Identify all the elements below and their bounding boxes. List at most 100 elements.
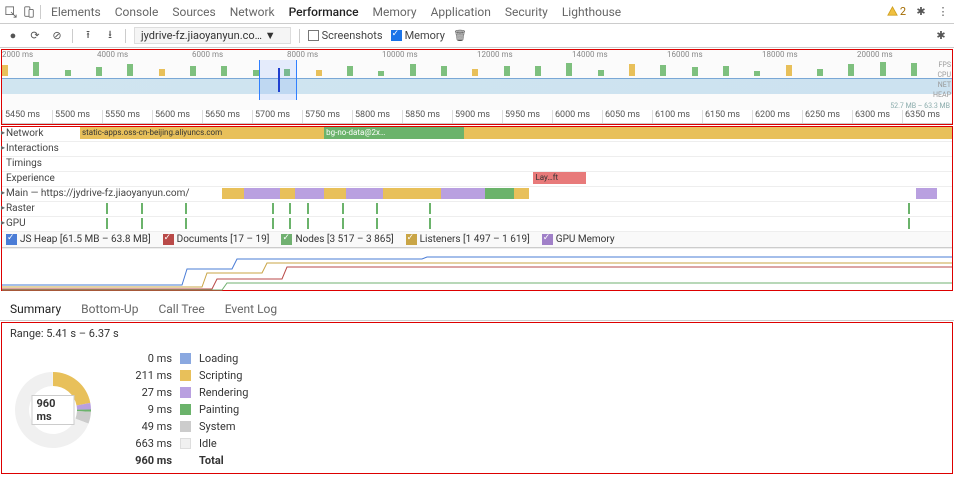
checkbox-icon [308, 30, 319, 41]
layout-shift-badge[interactable]: Lay…ft [533, 172, 585, 184]
legend-item[interactable]: GPU Memory [542, 234, 615, 245]
tab-application[interactable]: Application [431, 5, 491, 19]
reload-icon[interactable]: ⟳ [28, 29, 42, 43]
overview-side-labels: FPS CPU NET HEAP [933, 60, 951, 100]
timeline-overview[interactable]: 2000 ms4000 ms6000 ms8000 ms10000 ms1200… [2, 50, 952, 110]
swatch-icon [180, 387, 191, 398]
tab-memory[interactable]: Memory [373, 5, 417, 19]
net-bar-2[interactable]: bg-no-data@2x… [324, 127, 464, 139]
clear-icon[interactable]: ⊘ [50, 29, 64, 43]
track-label-network[interactable]: ▸Network [2, 127, 80, 141]
tab-network[interactable]: Network [230, 5, 275, 19]
perf-settings-icon[interactable]: ✱ [934, 29, 948, 43]
trash-icon[interactable]: 🗑 [453, 29, 467, 43]
checkbox-icon [406, 234, 417, 245]
checkbox-icon [281, 234, 292, 245]
heap-label: HEAP [933, 90, 951, 100]
perf-toolbar: ● ⟳ ⊘ ⭱ ⭳ jydrive-fz.jiaoyanyun.co… ▼ Sc… [0, 24, 954, 48]
load-icon[interactable]: ⭱ [81, 29, 95, 43]
warnings-badge[interactable]: 2 [887, 5, 906, 18]
swatch-icon [180, 421, 191, 432]
track-raster[interactable]: ▸Raster [2, 202, 952, 217]
overview-heap [2, 78, 952, 94]
checkbox-icon [391, 30, 402, 41]
category-row: 0 msLoading [126, 350, 248, 367]
track-experience[interactable]: Experience Lay…ft [2, 172, 952, 187]
overview-marker [278, 68, 280, 92]
overview-cpu [2, 60, 952, 76]
memory-lines [2, 249, 952, 291]
track-label-raster[interactable]: ▸Raster [2, 202, 80, 216]
legend-item[interactable]: Documents [17 – 19] [163, 234, 270, 245]
track-gpu[interactable]: ▸GPU [2, 217, 952, 232]
summary-body: 960 ms 0 msLoading211 msScripting27 msRe… [10, 350, 944, 469]
screenshots-checkbox[interactable]: Screenshots [308, 29, 383, 42]
track-label-interactions[interactable]: ▸Interactions [2, 142, 80, 156]
category-table: 0 msLoading211 msScripting27 msRendering… [126, 350, 248, 469]
record-icon[interactable]: ● [6, 29, 20, 43]
cpu-label: CPU [933, 70, 951, 80]
save-icon[interactable]: ⭳ [103, 29, 117, 43]
memory-label: Memory [405, 29, 445, 42]
flame-tracks[interactable]: ▸Network static-apps.oss-cn-beijing.aliy… [2, 127, 952, 232]
overview-body: FPS CPU NET HEAP [2, 60, 952, 100]
track-network[interactable]: ▸Network static-apps.oss-cn-beijing.aliy… [2, 127, 952, 142]
more-icon[interactable]: ⋮ [936, 5, 950, 19]
panel-tabs: Elements Console Sources Network Performance… [51, 5, 621, 19]
screenshots-label: Screenshots [322, 29, 383, 42]
summary-panel: Range: 5.41 s – 6.37 s 960 ms 0 msLoadin… [1, 322, 953, 474]
net-bar-3[interactable] [464, 127, 952, 139]
separator [299, 29, 300, 43]
track-label-main[interactable]: ▸Main — https://jydrive-fz.jiaoyanyun.co… [2, 187, 222, 201]
net-bar-1[interactable]: static-apps.oss-cn-beijing.aliyuncs.com [80, 127, 324, 139]
track-timings[interactable]: Timings [2, 157, 952, 172]
warning-icon [887, 6, 898, 17]
main-strip[interactable] [222, 188, 952, 199]
right-tools: 2 ✱ ⋮ [887, 5, 950, 19]
recording-label: jydrive-fz.jiaoyanyun.co… [141, 29, 262, 42]
category-row: 663 msIdle [126, 435, 248, 452]
network-body[interactable]: static-apps.oss-cn-beijing.aliyuncs.com … [80, 127, 952, 141]
swatch-icon [180, 353, 191, 364]
track-main[interactable]: ▸Main — https://jydrive-fz.jiaoyanyun.co… [2, 187, 952, 202]
tab-console[interactable]: Console [115, 5, 159, 19]
separator [40, 5, 41, 19]
warnings-count: 2 [900, 5, 906, 18]
tab-elements[interactable]: Elements [51, 5, 101, 19]
devtools-top-toolbar: Elements Console Sources Network Performance… [0, 0, 954, 24]
track-label-experience[interactable]: Experience [2, 172, 80, 186]
net-label: NET [933, 80, 951, 90]
inspect-icon[interactable] [4, 5, 18, 19]
tab-security[interactable]: Security [505, 5, 548, 19]
time-ruler[interactable]: 5450 ms5500 ms5550 ms5600 ms5650 ms5700 … [2, 110, 952, 124]
fps-label: FPS [933, 60, 951, 70]
memory-graph[interactable] [2, 248, 952, 290]
category-row: 9 msPainting [126, 401, 248, 418]
tab-performance[interactable]: Performance [289, 5, 359, 19]
range-text: Range: 5.41 s – 6.37 s [10, 327, 944, 340]
summary-tab-event-log[interactable]: Event Log [225, 302, 277, 316]
track-label-gpu[interactable]: ▸GPU [2, 217, 80, 231]
track-label-timings[interactable]: Timings [2, 157, 80, 171]
summary-donut: 960 ms [10, 367, 96, 453]
track-interactions[interactable]: ▸Interactions [2, 142, 952, 157]
tracks-block: ▸Network static-apps.oss-cn-beijing.aliy… [1, 126, 953, 291]
category-row: 27 msRendering [126, 384, 248, 401]
legend-item[interactable]: Listeners [1 497 – 1 619] [406, 234, 530, 245]
summary-tab-summary[interactable]: Summary [10, 302, 61, 316]
settings-icon[interactable]: ✱ [914, 5, 928, 19]
device-icon[interactable] [22, 5, 36, 19]
recording-dropdown[interactable]: jydrive-fz.jiaoyanyun.co… ▼ [134, 27, 291, 44]
memory-checkbox[interactable]: Memory [391, 29, 445, 42]
checkbox-icon [6, 234, 17, 245]
summary-tab-bottom-up[interactable]: Bottom-Up [81, 302, 138, 316]
legend-item[interactable]: Nodes [3 517 – 3 865] [281, 234, 393, 245]
category-row: 211 msScripting [126, 367, 248, 384]
category-total: 960 msTotal [126, 452, 248, 469]
summary-tab-call-tree[interactable]: Call Tree [158, 302, 204, 316]
tab-sources[interactable]: Sources [172, 5, 215, 19]
category-row: 49 msSystem [126, 418, 248, 435]
swatch-icon [180, 404, 191, 415]
tab-lighthouse[interactable]: Lighthouse [562, 5, 621, 19]
legend-item[interactable]: JS Heap [61.5 MB – 63.8 MB] [6, 234, 151, 245]
